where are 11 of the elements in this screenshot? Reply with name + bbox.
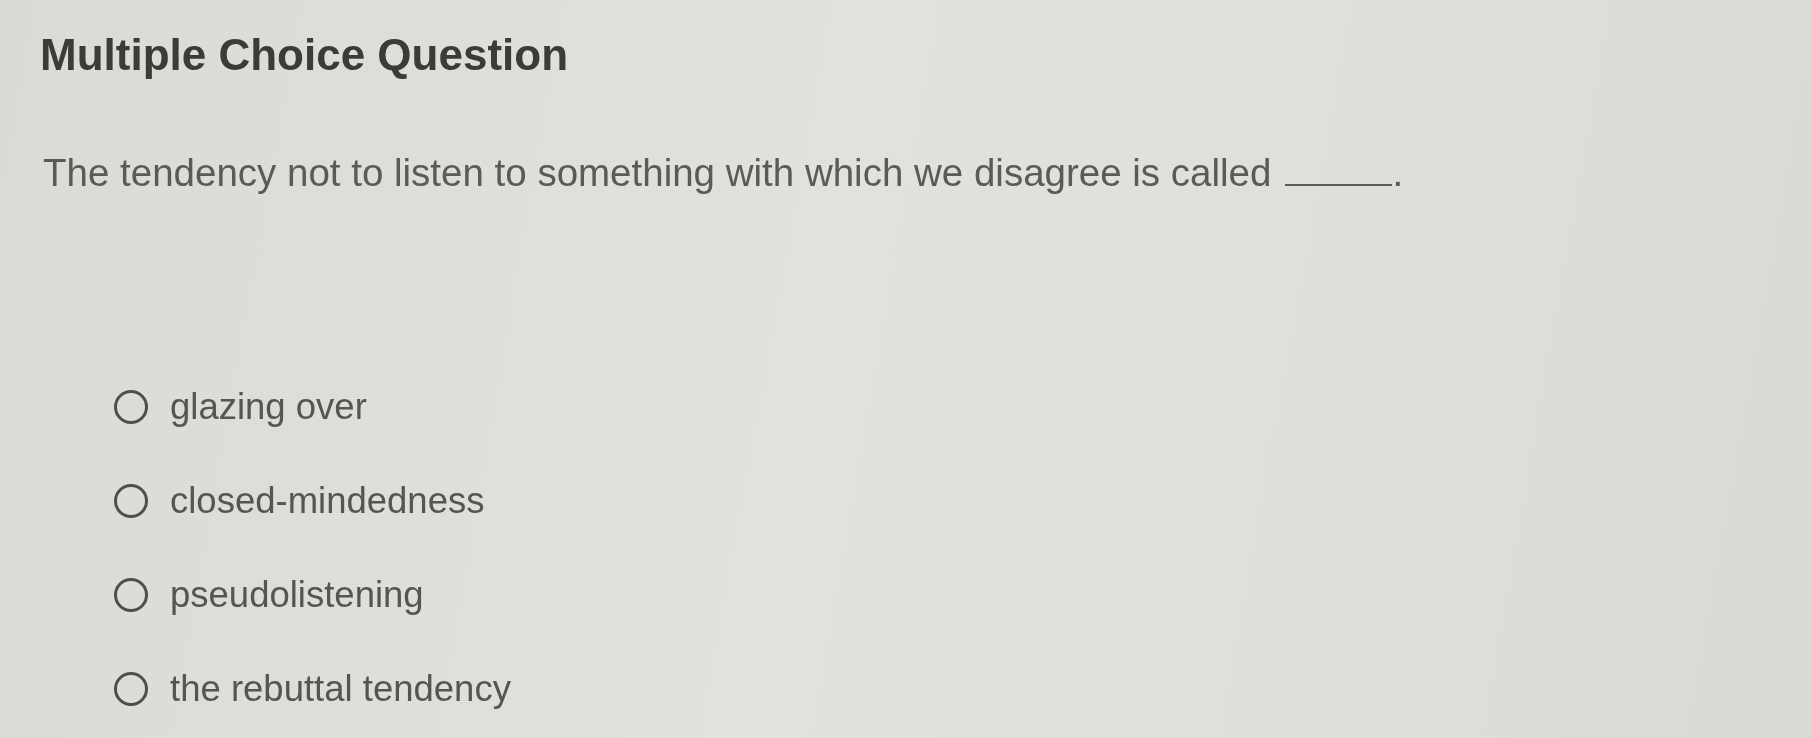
question-punctuation: .	[1392, 151, 1404, 195]
option-label[interactable]: pseudolistening	[170, 573, 424, 617]
option-label[interactable]: the rebuttal tendency	[170, 667, 511, 711]
option-label[interactable]: glazing over	[170, 385, 367, 429]
option-label[interactable]: closed-mindedness	[170, 479, 485, 523]
radio-button[interactable]	[114, 672, 148, 706]
question-text: The tendency not to listen to something with which we disagree is called	[43, 151, 1272, 195]
radio-button[interactable]	[114, 484, 148, 518]
radio-button[interactable]	[114, 578, 148, 612]
radio-button[interactable]	[114, 390, 148, 424]
question-heading: Multiple Choice Question	[40, 29, 569, 81]
